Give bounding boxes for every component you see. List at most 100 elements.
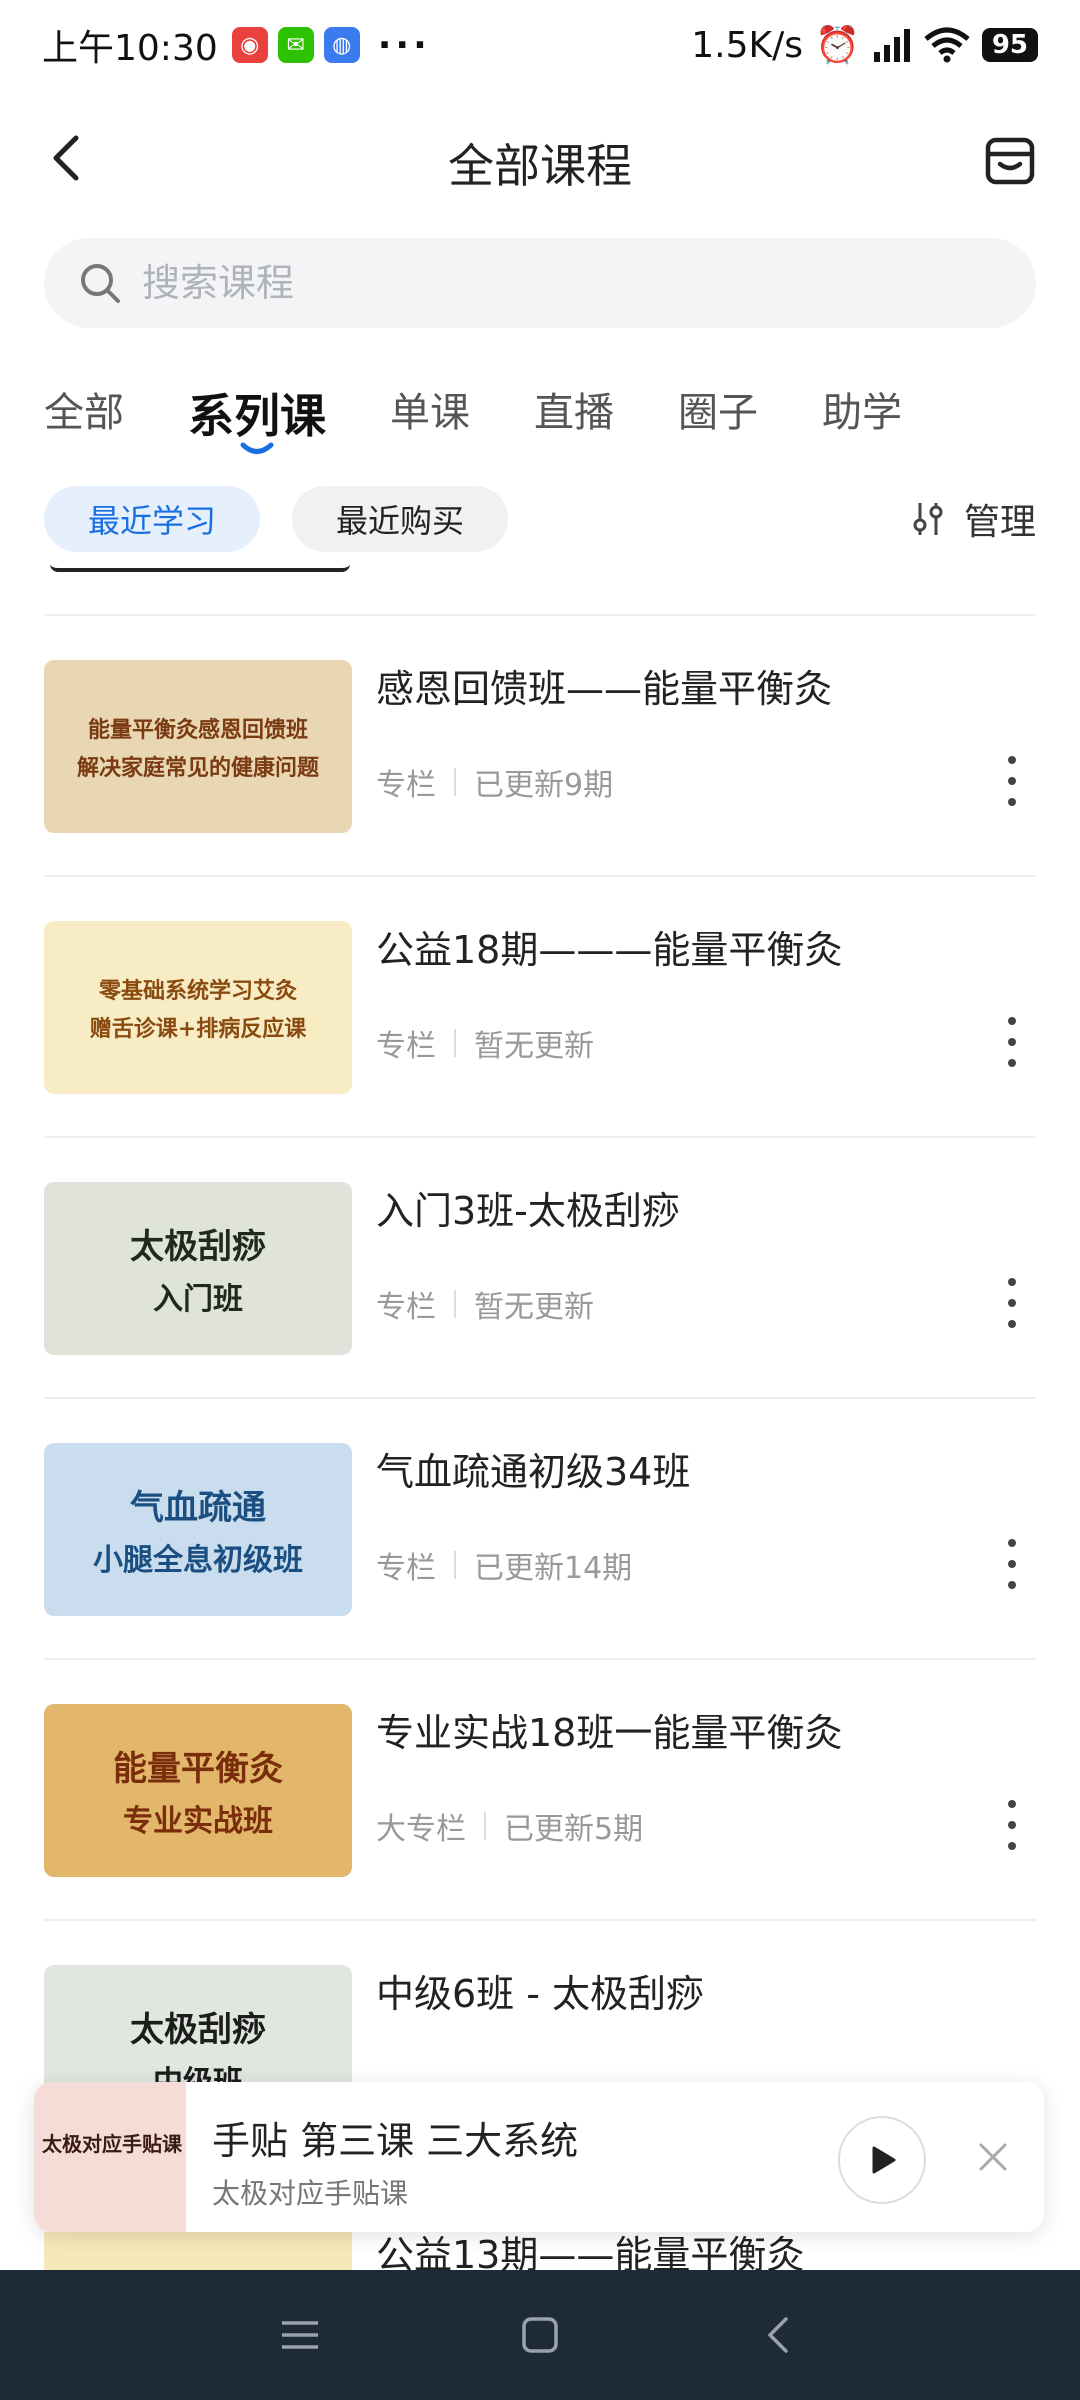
tab-all[interactable]: 全部 xyxy=(44,380,124,450)
course-meta: 专栏 暂无更新 xyxy=(376,1282,594,1326)
tab-circle[interactable]: 圈子 xyxy=(678,380,758,450)
search-input[interactable] xyxy=(142,261,942,305)
meta-divider xyxy=(454,1290,456,1318)
course-thumbnail xyxy=(44,2232,352,2270)
menu-icon[interactable] xyxy=(278,2313,322,2357)
back-nav-icon[interactable] xyxy=(758,2313,802,2357)
course-title: 公益13期——能量平衡灸 xyxy=(376,2233,805,2270)
course-meta: 专栏 已更新9期 xyxy=(376,760,613,804)
course-thumbnail: 零基础系统学习艾灸 赠舌诊课+排病反应课 xyxy=(44,921,352,1094)
signal-icon xyxy=(873,29,910,62)
course-thumbnail: 太极刮痧 入门班 xyxy=(44,1182,352,1355)
thumbnail-subtitle: 小腿全息初级班 xyxy=(93,1543,303,1578)
more-options-icon[interactable] xyxy=(1002,1278,1022,1328)
wechat-icon: ✉ xyxy=(277,27,314,63)
course-thumbnail: 气血疏通 小腿全息初级班 xyxy=(44,1443,352,1616)
thumbnail-subtitle: 赠舌诊课+排病反应课 xyxy=(89,1015,307,1042)
manage-button[interactable]: 管理 xyxy=(908,493,1036,545)
meta-divider xyxy=(454,1551,456,1579)
page-title: 全部课程 xyxy=(448,139,632,193)
course-meta: 大专栏 已更新5期 xyxy=(376,1804,643,1848)
more-notifications-icon: ··· xyxy=(377,24,431,66)
mini-player[interactable]: 太极对应手贴课 手贴 第三课 三大系统 太极对应手贴课 xyxy=(34,2082,1044,2232)
tab-assist[interactable]: 助学 xyxy=(822,380,902,450)
course-type: 专栏 xyxy=(376,1290,436,1325)
course-type: 专栏 xyxy=(376,1551,436,1586)
alarm-icon: ⏰ xyxy=(814,25,860,66)
meta-divider xyxy=(454,1029,456,1057)
status-bar: 上午10:30 ◉ ✉ ◍ ··· 1.5K/s ⏰ 95 xyxy=(0,0,1080,90)
close-player-button[interactable] xyxy=(976,2140,1010,2174)
wifi-icon xyxy=(924,27,970,63)
course-title: 公益18期———能量平衡灸 xyxy=(376,928,843,972)
more-options-icon[interactable] xyxy=(1002,1800,1022,1850)
course-list[interactable]: 能量平衡灸感恩回馈班 解决家庭常见的健康问题 感恩回馈班——能量平衡灸 专栏 已… xyxy=(44,560,1036,2270)
course-title: 中级6班 - 太极刮痧 xyxy=(376,1972,705,2016)
more-options-icon[interactable] xyxy=(1002,1017,1022,1067)
thumbnail-title: 太极刮痧 xyxy=(130,1227,266,1267)
course-update-status: 已更新9期 xyxy=(474,768,614,803)
tab-live[interactable]: 直播 xyxy=(534,380,614,450)
thumbnail-title: 太极刮痧 xyxy=(130,2010,266,2050)
search-bar[interactable] xyxy=(44,238,1036,328)
play-button[interactable] xyxy=(838,2116,926,2204)
player-title: 手贴 第三课 三大系统 xyxy=(212,2119,579,2163)
category-tabs: 全部 系列课 单课 直播 圈子 助学 xyxy=(44,380,966,454)
browser-icon: ◍ xyxy=(323,27,360,63)
list-item-partial xyxy=(44,560,1036,616)
tab-single[interactable]: 单课 xyxy=(390,380,470,450)
course-update-status: 已更新5期 xyxy=(504,1812,644,1847)
tab-active-indicator xyxy=(240,442,274,454)
course-list-item[interactable]: 能量平衡灸 专业实战班 专业实战18班一能量平衡灸 大专栏 已更新5期 xyxy=(44,1660,1036,1921)
weibo-icon: ◉ xyxy=(231,27,268,63)
close-icon xyxy=(979,2143,1007,2171)
course-list-item[interactable]: 能量平衡灸感恩回馈班 解决家庭常见的健康问题 感恩回馈班——能量平衡灸 专栏 已… xyxy=(44,616,1036,877)
player-subtitle: 太极对应手贴课 xyxy=(212,2177,409,2210)
course-list-item[interactable]: 零基础系统学习艾灸 赠舌诊课+排病反应课 公益18期———能量平衡灸 专栏 暂无… xyxy=(44,877,1036,1138)
course-meta: 专栏 暂无更新 xyxy=(376,1021,594,1065)
net-speed: 1.5K/s xyxy=(691,24,803,66)
course-meta: 专栏 已更新14期 xyxy=(376,1543,632,1587)
course-list-item[interactable]: 气血疏通 小腿全息初级班 气血疏通初级34班 专栏 已更新14期 xyxy=(44,1399,1036,1660)
more-options-icon[interactable] xyxy=(1002,1539,1022,1589)
filter-bar: 最近学习 最近购买 管理 xyxy=(44,486,1036,552)
list-item-behind-player: 公益13期——能量平衡灸 xyxy=(44,2232,1036,2270)
course-update-status: 暂无更新 xyxy=(474,1290,594,1325)
home-icon[interactable] xyxy=(518,2313,562,2357)
meta-divider xyxy=(454,768,456,796)
thumbnail-subtitle: 解决家庭常见的健康问题 xyxy=(76,754,319,781)
header: 全部课程 xyxy=(0,110,1080,210)
battery-level: 95 xyxy=(981,28,1038,62)
store-button[interactable] xyxy=(980,130,1040,190)
more-options-icon[interactable] xyxy=(1002,756,1022,806)
meta-divider xyxy=(484,1812,486,1840)
search-icon xyxy=(81,264,120,303)
course-thumbnail: 能量平衡灸 专业实战班 xyxy=(44,1704,352,1877)
tab-series-label: 系列课 xyxy=(188,389,326,443)
thumbnail-subtitle: 专业实战班 xyxy=(123,1804,273,1839)
status-time: 上午10:30 xyxy=(42,28,218,69)
course-title: 专业实战18班一能量平衡灸 xyxy=(376,1711,843,1755)
thumbnail-title: 零基础系统学习艾灸 xyxy=(98,977,297,1004)
store-icon xyxy=(985,137,1035,185)
course-title: 气血疏通初级34班 xyxy=(376,1450,691,1494)
thumbnail-subtitle: 入门班 xyxy=(153,1282,243,1317)
course-type: 大专栏 xyxy=(376,1812,466,1847)
player-thumbnail-text: 太极对应手贴课 xyxy=(42,2132,182,2156)
player-thumbnail: 太极对应手贴课 xyxy=(34,2082,186,2232)
course-update-status: 暂无更新 xyxy=(474,1029,594,1064)
manage-label: 管理 xyxy=(963,502,1036,543)
play-icon xyxy=(872,2146,896,2174)
thumbnail-title: 能量平衡灸感恩回馈班 xyxy=(87,716,308,743)
sliders-icon xyxy=(913,503,943,535)
course-type: 专栏 xyxy=(376,768,436,803)
filter-recent-study[interactable]: 最近学习 xyxy=(44,486,261,552)
thumbnail-title: 气血疏通 xyxy=(130,1488,266,1528)
filter-recent-purchase[interactable]: 最近购买 xyxy=(292,486,509,552)
course-title: 感恩回馈班——能量平衡灸 xyxy=(376,667,833,711)
course-list-item[interactable]: 太极刮痧 入门班 入门3班-太极刮痧 专栏 暂无更新 xyxy=(44,1138,1036,1399)
tab-series[interactable]: 系列课 xyxy=(188,380,326,454)
course-title: 入门3班-太极刮痧 xyxy=(376,1189,680,1233)
course-type: 专栏 xyxy=(376,1029,436,1064)
course-update-status: 已更新14期 xyxy=(474,1551,633,1586)
